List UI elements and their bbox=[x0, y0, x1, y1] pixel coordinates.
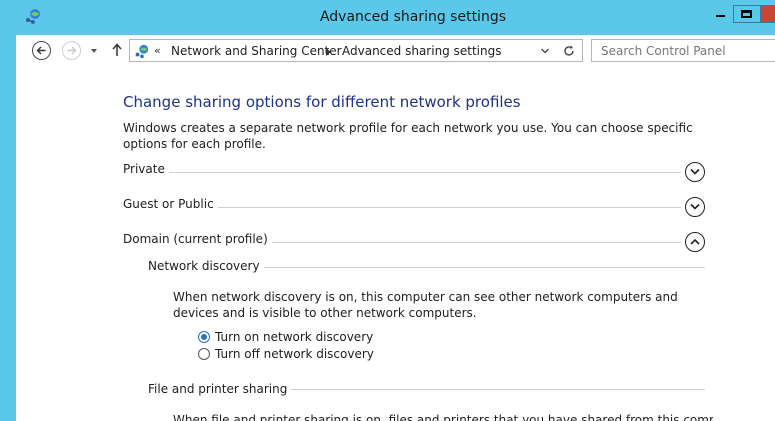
back-button[interactable] bbox=[32, 41, 51, 60]
profile-label: Private bbox=[123, 162, 169, 176]
divider bbox=[207, 207, 681, 208]
breadcrumb-separator-icon[interactable] bbox=[326, 48, 331, 56]
divider bbox=[256, 267, 705, 268]
minimize-button[interactable] bbox=[707, 5, 733, 23]
chevron-down-icon bbox=[690, 203, 700, 210]
divider bbox=[255, 242, 681, 243]
network-discovery-description: When network discovery is on, this compu… bbox=[173, 290, 678, 320]
refresh-icon[interactable] bbox=[562, 44, 576, 58]
radio-button[interactable] bbox=[198, 331, 210, 343]
page-title: Change sharing options for different net… bbox=[123, 93, 521, 111]
network-sharing-icon bbox=[135, 44, 149, 59]
window-content: « Network and Sharing Center Advanced sh… bbox=[0, 35, 775, 421]
arrow-up-icon[interactable] bbox=[111, 42, 123, 58]
section-title-file-and-printer-sharing: File and printer sharing bbox=[148, 382, 292, 396]
address-dropdown-icon[interactable] bbox=[540, 47, 550, 55]
section-title-network-discovery: Network discovery bbox=[148, 259, 264, 273]
expand-button[interactable] bbox=[685, 197, 705, 217]
profile-label: Guest or Public bbox=[123, 197, 218, 211]
close-button[interactable] bbox=[760, 5, 775, 23]
chevron-down-icon bbox=[690, 168, 700, 175]
profile-guest-or-public[interactable]: Guest or Public bbox=[123, 197, 705, 217]
arrow-left-icon bbox=[36, 46, 46, 55]
maximize-button[interactable] bbox=[733, 5, 761, 23]
profile-domain[interactable]: Domain (current profile) bbox=[123, 232, 705, 252]
minimize-icon bbox=[716, 15, 725, 17]
window-title: Advanced sharing settings bbox=[319, 9, 507, 25]
address-box[interactable]: « Network and Sharing Center Advanced sh… bbox=[129, 39, 583, 62]
chevron-up-icon bbox=[690, 238, 700, 245]
profile-private[interactable]: Private bbox=[123, 162, 705, 182]
radio-label[interactable]: Turn off network discovery bbox=[215, 347, 374, 361]
title-bar: Advanced sharing settings bbox=[0, 0, 775, 35]
chevron-down-icon[interactable] bbox=[89, 47, 99, 55]
window-border bbox=[0, 67, 16, 421]
search-input[interactable] bbox=[592, 40, 775, 61]
radio-label[interactable]: Turn on network discovery bbox=[215, 330, 373, 344]
expand-button[interactable] bbox=[685, 162, 705, 182]
divider bbox=[276, 389, 705, 390]
intro-text: Windows creates a separate network profi… bbox=[123, 121, 693, 151]
breadcrumb-network-and-sharing-center[interactable]: Network and Sharing Center bbox=[171, 44, 342, 58]
search-box[interactable] bbox=[591, 39, 775, 62]
navigation-bar: « Network and Sharing Center Advanced sh… bbox=[16, 35, 775, 67]
maximize-icon bbox=[741, 10, 752, 18]
file-sharing-description: When file and printer sharing is on, fil… bbox=[173, 413, 713, 421]
forward-button[interactable] bbox=[62, 41, 81, 60]
radio-button[interactable] bbox=[198, 348, 210, 360]
profile-label: Domain (current profile) bbox=[123, 232, 272, 246]
arrow-right-icon bbox=[67, 46, 77, 55]
breadcrumb-advanced-sharing-settings[interactable]: Advanced sharing settings bbox=[342, 44, 501, 58]
collapse-button[interactable] bbox=[685, 232, 705, 252]
breadcrumb-overflow[interactable]: « bbox=[154, 44, 161, 57]
divider bbox=[163, 172, 681, 173]
